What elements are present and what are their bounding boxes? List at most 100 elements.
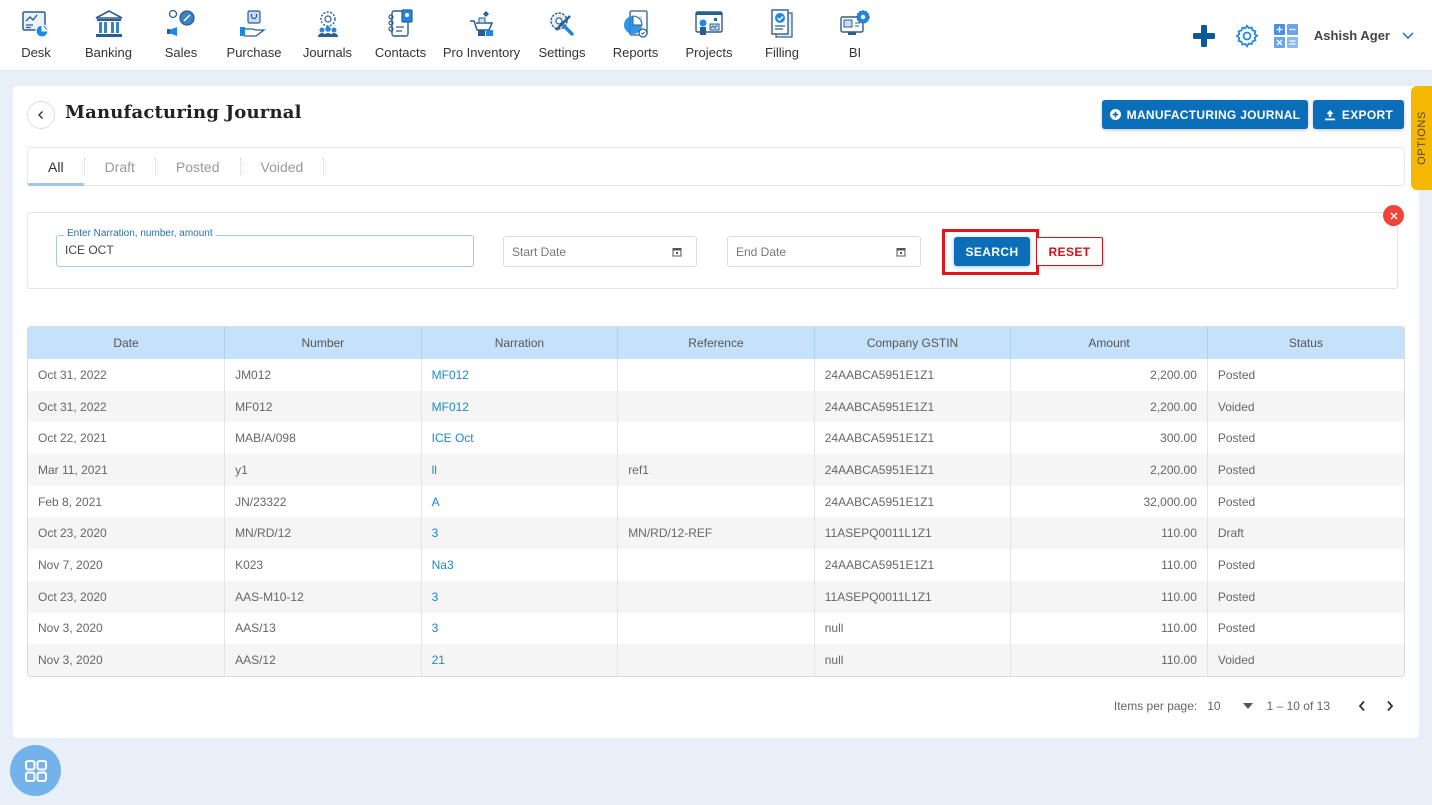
calculator-icon[interactable] [1273, 23, 1298, 48]
nav-item-desk[interactable]: Desk [4, 0, 68, 70]
reset-button[interactable]: RESET [1036, 237, 1103, 266]
nav-item-projects[interactable]: Projects [669, 0, 749, 70]
narration-link[interactable]: 3 [432, 590, 439, 604]
nav-item-sales[interactable]: Sales [149, 0, 213, 70]
options-panel-tab[interactable]: OPTIONS [1411, 86, 1432, 190]
table-row[interactable]: Nov 3, 2020 AAS/13 3 null 110.00 Posted [28, 612, 1404, 645]
tab-voided[interactable]: Voided [241, 148, 324, 185]
chevron-down-icon[interactable] [1402, 31, 1414, 40]
close-filter-button[interactable] [1383, 205, 1404, 226]
nav-item-bi[interactable]: BI [815, 0, 895, 70]
cell-gstin: 11ASEPQ0011L1Z1 [814, 580, 1012, 613]
table-row[interactable]: Oct 23, 2020 MN/RD/12 3 MN/RD/12-REF 11ASEPQ… [28, 517, 1404, 550]
nav-item-settings[interactable]: Settings [522, 0, 602, 70]
cell-amount: 110.00 [1010, 612, 1208, 645]
bi-icon [838, 7, 872, 41]
cell-number: K023 [224, 549, 422, 581]
previous-page-button[interactable] [1358, 700, 1366, 712]
cell-gstin: 24AABCA5951E1Z1 [814, 390, 1012, 423]
cell-reference [617, 485, 815, 518]
table-row[interactable]: Nov 7, 2020 K023 Na3 24AABCA5951E1Z1 110.00 P… [28, 549, 1404, 581]
inventory-icon [465, 7, 499, 41]
settings-tools-icon [545, 7, 579, 41]
table-row[interactable]: Oct 22, 2021 MAB/A/098 ICE Oct 24AABCA5951E… [28, 422, 1404, 455]
nav-item-label: Filling [765, 45, 799, 60]
narration-link[interactable]: 21 [432, 653, 445, 667]
dropdown-caret-icon[interactable] [1242, 703, 1253, 709]
cell-amount: 300.00 [1010, 422, 1208, 455]
narration-link[interactable]: MF012 [432, 368, 469, 382]
column-header-narration[interactable]: Narration [421, 327, 619, 359]
gear-icon[interactable] [1234, 23, 1260, 49]
tab-draft[interactable]: Draft [85, 148, 155, 185]
nav-item-journals[interactable]: Journals [295, 0, 360, 70]
column-header-reference[interactable]: Reference [617, 327, 815, 359]
cell-number: MN/RD/12 [224, 517, 422, 550]
nav-item-label: Contacts [374, 45, 427, 60]
column-header-amount[interactable]: Amount [1010, 327, 1208, 359]
table-row[interactable]: Oct 31, 2022 JM012 MF012 24AABCA5951E1Z1 2,2… [28, 359, 1404, 391]
column-header-date[interactable]: Date [28, 327, 226, 359]
tab-divider [323, 157, 325, 176]
table-row[interactable]: Nov 3, 2020 AAS/12 21 null 110.00 Voided [28, 644, 1404, 676]
cell-status: Voided [1207, 644, 1404, 676]
narration-link[interactable]: Na3 [432, 558, 454, 572]
add-new-icon[interactable] [1192, 24, 1216, 48]
nav-item-pro-inventory[interactable]: Pro Inventory [441, 0, 522, 70]
table-row[interactable]: Oct 23, 2020 AAS-M10-12 3 11ASEPQ0011L1Z1 11… [28, 580, 1404, 613]
narration-link[interactable]: ll [432, 463, 437, 477]
cell-status: Posted [1207, 580, 1404, 613]
back-button[interactable] [27, 101, 55, 129]
calendar-icon[interactable] [896, 247, 906, 257]
cell-number: AAS/13 [224, 612, 422, 645]
items-per-page-select[interactable]: 10 [1207, 699, 1220, 713]
search-field[interactable]: Enter Narration, number, amount [56, 228, 474, 267]
next-page-button[interactable] [1386, 700, 1394, 712]
narration-link[interactable]: 3 [432, 621, 439, 635]
table-row[interactable]: Mar 11, 2021 y1 ll ref1 24AABCA5951E1Z1 2,200… [28, 454, 1404, 486]
column-header-company-gstin[interactable]: Company GSTIN [814, 327, 1012, 359]
cell-narration: 3 [421, 612, 619, 645]
reports-icon [619, 7, 653, 41]
nav-items: Desk Banking Sales Purchase Journals Contacts… [0, 0, 895, 70]
nav-item-label: Journals [302, 45, 353, 60]
column-header-status[interactable]: Status [1207, 327, 1404, 359]
narration-link[interactable]: MF012 [432, 400, 469, 414]
user-name[interactable]: Ashish Ager [1314, 28, 1390, 43]
cell-amount: 2,200.00 [1010, 359, 1208, 391]
tab-all[interactable]: All [28, 148, 84, 186]
column-header-number[interactable]: Number [224, 327, 422, 359]
narration-link[interactable]: ICE Oct [432, 431, 474, 445]
narration-link[interactable]: 3 [432, 526, 439, 540]
cell-gstin: 24AABCA5951E1Z1 [814, 549, 1012, 581]
nav-item-label: Pro Inventory [442, 45, 521, 60]
cell-date: Nov 7, 2020 [28, 549, 226, 581]
cell-amount: 32,000.00 [1010, 485, 1208, 518]
calendar-icon[interactable] [672, 247, 682, 257]
contacts-icon [384, 7, 418, 41]
search-button[interactable]: SEARCH [954, 237, 1030, 266]
add-manufacturing-journal-button[interactable]: MANUFACTURING JOURNAL [1102, 100, 1308, 129]
export-button[interactable]: EXPORT [1313, 100, 1404, 129]
cell-date: Mar 11, 2021 [28, 454, 226, 486]
end-date-field[interactable]: End Date [727, 236, 921, 267]
apps-menu-button[interactable] [10, 745, 61, 796]
start-date-field[interactable]: Start Date [503, 236, 697, 267]
nav-item-banking[interactable]: Banking [68, 0, 149, 70]
cell-status: Posted [1207, 454, 1404, 486]
cell-narration: A [421, 485, 619, 518]
bank-icon [92, 7, 126, 41]
search-input[interactable] [65, 243, 465, 257]
nav-right: Ashish Ager [1192, 0, 1432, 71]
narration-link[interactable]: A [432, 495, 440, 509]
table-row[interactable]: Oct 31, 2022 MF012 MF012 24AABCA5951E1Z1 2,2… [28, 390, 1404, 423]
table-row[interactable]: Feb 8, 2021 JN/23322 A 24AABCA5951E1Z1 32,00… [28, 485, 1404, 518]
nav-item-contacts[interactable]: Contacts [360, 0, 441, 70]
cell-narration: ICE Oct [421, 422, 619, 455]
tab-posted[interactable]: Posted [156, 148, 240, 185]
cell-number: JM012 [224, 359, 422, 391]
nav-item-filling[interactable]: Filling [749, 0, 815, 70]
cell-status: Posted [1207, 612, 1404, 645]
nav-item-reports[interactable]: Reports [602, 0, 669, 70]
nav-item-purchase[interactable]: Purchase [213, 0, 295, 70]
